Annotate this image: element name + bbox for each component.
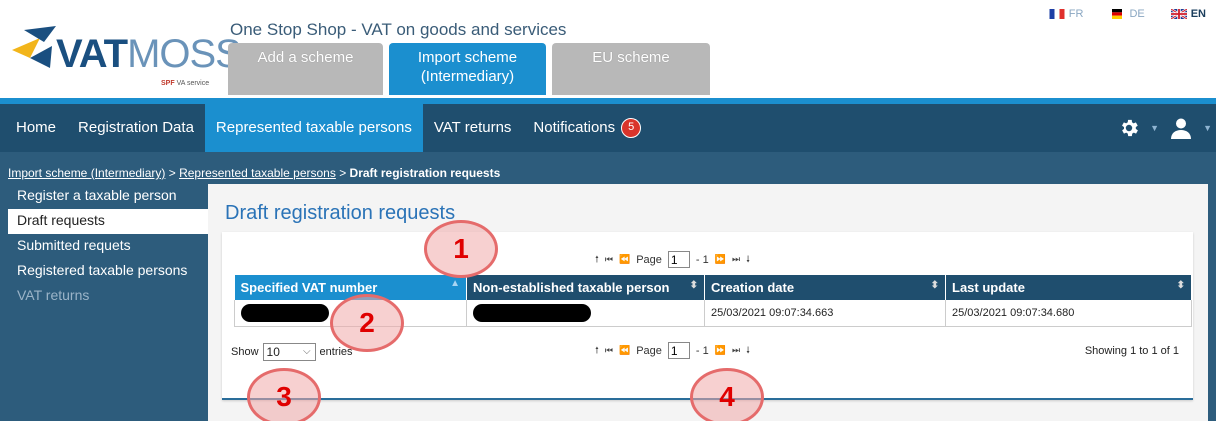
pager-top: 🠕 ⏮ ⏪ Page - 1 ⏩ ⏭ 🠗 [595,251,750,268]
cell-last-update: 25/03/2021 09:07:34.680 [945,300,1192,327]
scheme-tabs: Add a scheme Import scheme (Intermediary… [228,43,710,95]
user-caret-icon[interactable]: ▼ [1203,123,1212,133]
vatmoss-logo[interactable]: VATMOSS SPF VA service [10,22,242,92]
nav-registration-data[interactable]: Registration Data [67,104,205,152]
logo-wordmark: VATMOSS [56,32,242,76]
nav-vat-returns[interactable]: VAT returns [423,104,523,152]
breadcrumb-import-scheme[interactable]: Import scheme (Intermediary) [8,166,165,180]
sidebar-item-submitted[interactable]: Submitted requets [8,234,208,259]
arrow-down-icon[interactable]: 🠗 [746,252,750,268]
lang-en[interactable]: EN [1170,8,1206,20]
redacted-block [473,303,591,322]
breadcrumb-represented-persons[interactable]: Represented taxable persons [179,166,336,180]
chevron-down-icon: ⌵ [302,346,311,357]
col-non-established[interactable]: Non-established taxable person ⬍ [466,275,705,300]
breadcrumb-current: Draft registration requests [349,166,501,180]
tab-import-scheme[interactable]: Import scheme (Intermediary) [389,43,546,95]
sort-asc-icon: ▲ [450,278,460,289]
page-of: - 1 [695,253,709,266]
app-title: One Stop Shop - VAT on goods and service… [230,20,567,39]
col-last-update[interactable]: Last update ⬍ [945,275,1192,300]
nav-notifications-label: Notifications [533,119,616,136]
callout-2: 2 [330,294,404,352]
page-title: Draft registration requests [225,202,456,224]
prev-page-icon[interactable]: ⏪ [619,345,630,356]
arrow-up-icon[interactable]: 🠕 [595,252,599,268]
next-page-icon[interactable]: ⏩ [715,345,726,356]
breadcrumb: Import scheme (Intermediary) > Represent… [8,166,501,180]
nav-right-tools: ▼ ▼ [1118,104,1216,152]
notification-badge: 5 [621,118,642,139]
first-page-icon[interactable]: ⏮ [605,254,613,265]
sidebar-item-draft-requests[interactable]: Draft requests [8,209,208,234]
entries-length: Show 10 ⌵ entries [231,343,353,361]
logo-subtitle: SPF VA service [161,80,210,87]
arrow-down-icon[interactable]: 🠗 [746,343,750,359]
callout-3: 3 [247,368,321,421]
lang-de[interactable]: DE [1109,8,1145,20]
nav-notifications[interactable]: Notifications 5 [522,104,652,152]
page-label: Page [636,344,662,357]
page-label: Page [636,253,662,266]
sort-icon: ⬍ [689,280,698,291]
first-page-icon[interactable]: ⏮ [605,345,613,356]
language-switcher: FR DE EN [1049,8,1206,20]
tab-eu-scheme[interactable]: EU scheme [552,43,710,95]
page-of: - 1 [695,344,709,357]
cell-non-established [466,300,705,327]
last-page-icon[interactable]: ⏭ [732,254,740,265]
sort-icon: ⬍ [1176,280,1185,291]
entries-select[interactable]: 10 ⌵ [262,343,316,361]
redacted-block [241,303,329,322]
col-creation-date[interactable]: Creation date ⬍ [704,275,946,300]
arrow-up-icon[interactable]: 🠕 [595,343,599,359]
user-icon[interactable] [1169,116,1193,140]
callout-4: 4 [690,368,764,421]
header: VATMOSS SPF VA service One Stop Shop - V… [0,0,1216,98]
prev-page-icon[interactable]: ⏪ [619,254,630,265]
sidebar-item-registered[interactable]: Registered taxable persons [8,259,208,284]
cell-creation-date: 25/03/2021 09:07:34.663 [704,300,946,327]
gear-icon[interactable] [1118,117,1140,139]
page-input[interactable] [667,251,690,268]
lang-fr[interactable]: FR [1049,8,1083,20]
last-page-icon[interactable]: ⏭ [732,345,740,356]
next-page-icon[interactable]: ⏩ [715,254,726,265]
pager-bottom: 🠕 ⏮ ⏪ Page - 1 ⏩ ⏭ 🠗 [595,342,750,359]
sort-icon: ⬍ [930,280,939,291]
sidebar: Register a taxable person Draft requests… [8,184,208,421]
nav-home[interactable]: Home [0,104,67,152]
main-nav: Home Registration Data Represented taxab… [0,104,1216,152]
callout-1: 1 [424,220,498,278]
showing-info: Showing 1 to 1 of 1 [1084,345,1179,357]
settings-caret-icon[interactable]: ▼ [1150,123,1159,133]
flag-de-icon [1112,9,1123,19]
page-input[interactable] [667,342,690,359]
flag-uk-icon [1170,9,1187,19]
tab-add-scheme[interactable]: Add a scheme [228,43,383,95]
nav-represented-persons[interactable]: Represented taxable persons [204,104,423,152]
flag-fr-icon [1049,9,1065,19]
sidebar-item-vat-returns: VAT returns [17,287,90,303]
sidebar-item-register[interactable]: Register a taxable person [8,184,208,209]
